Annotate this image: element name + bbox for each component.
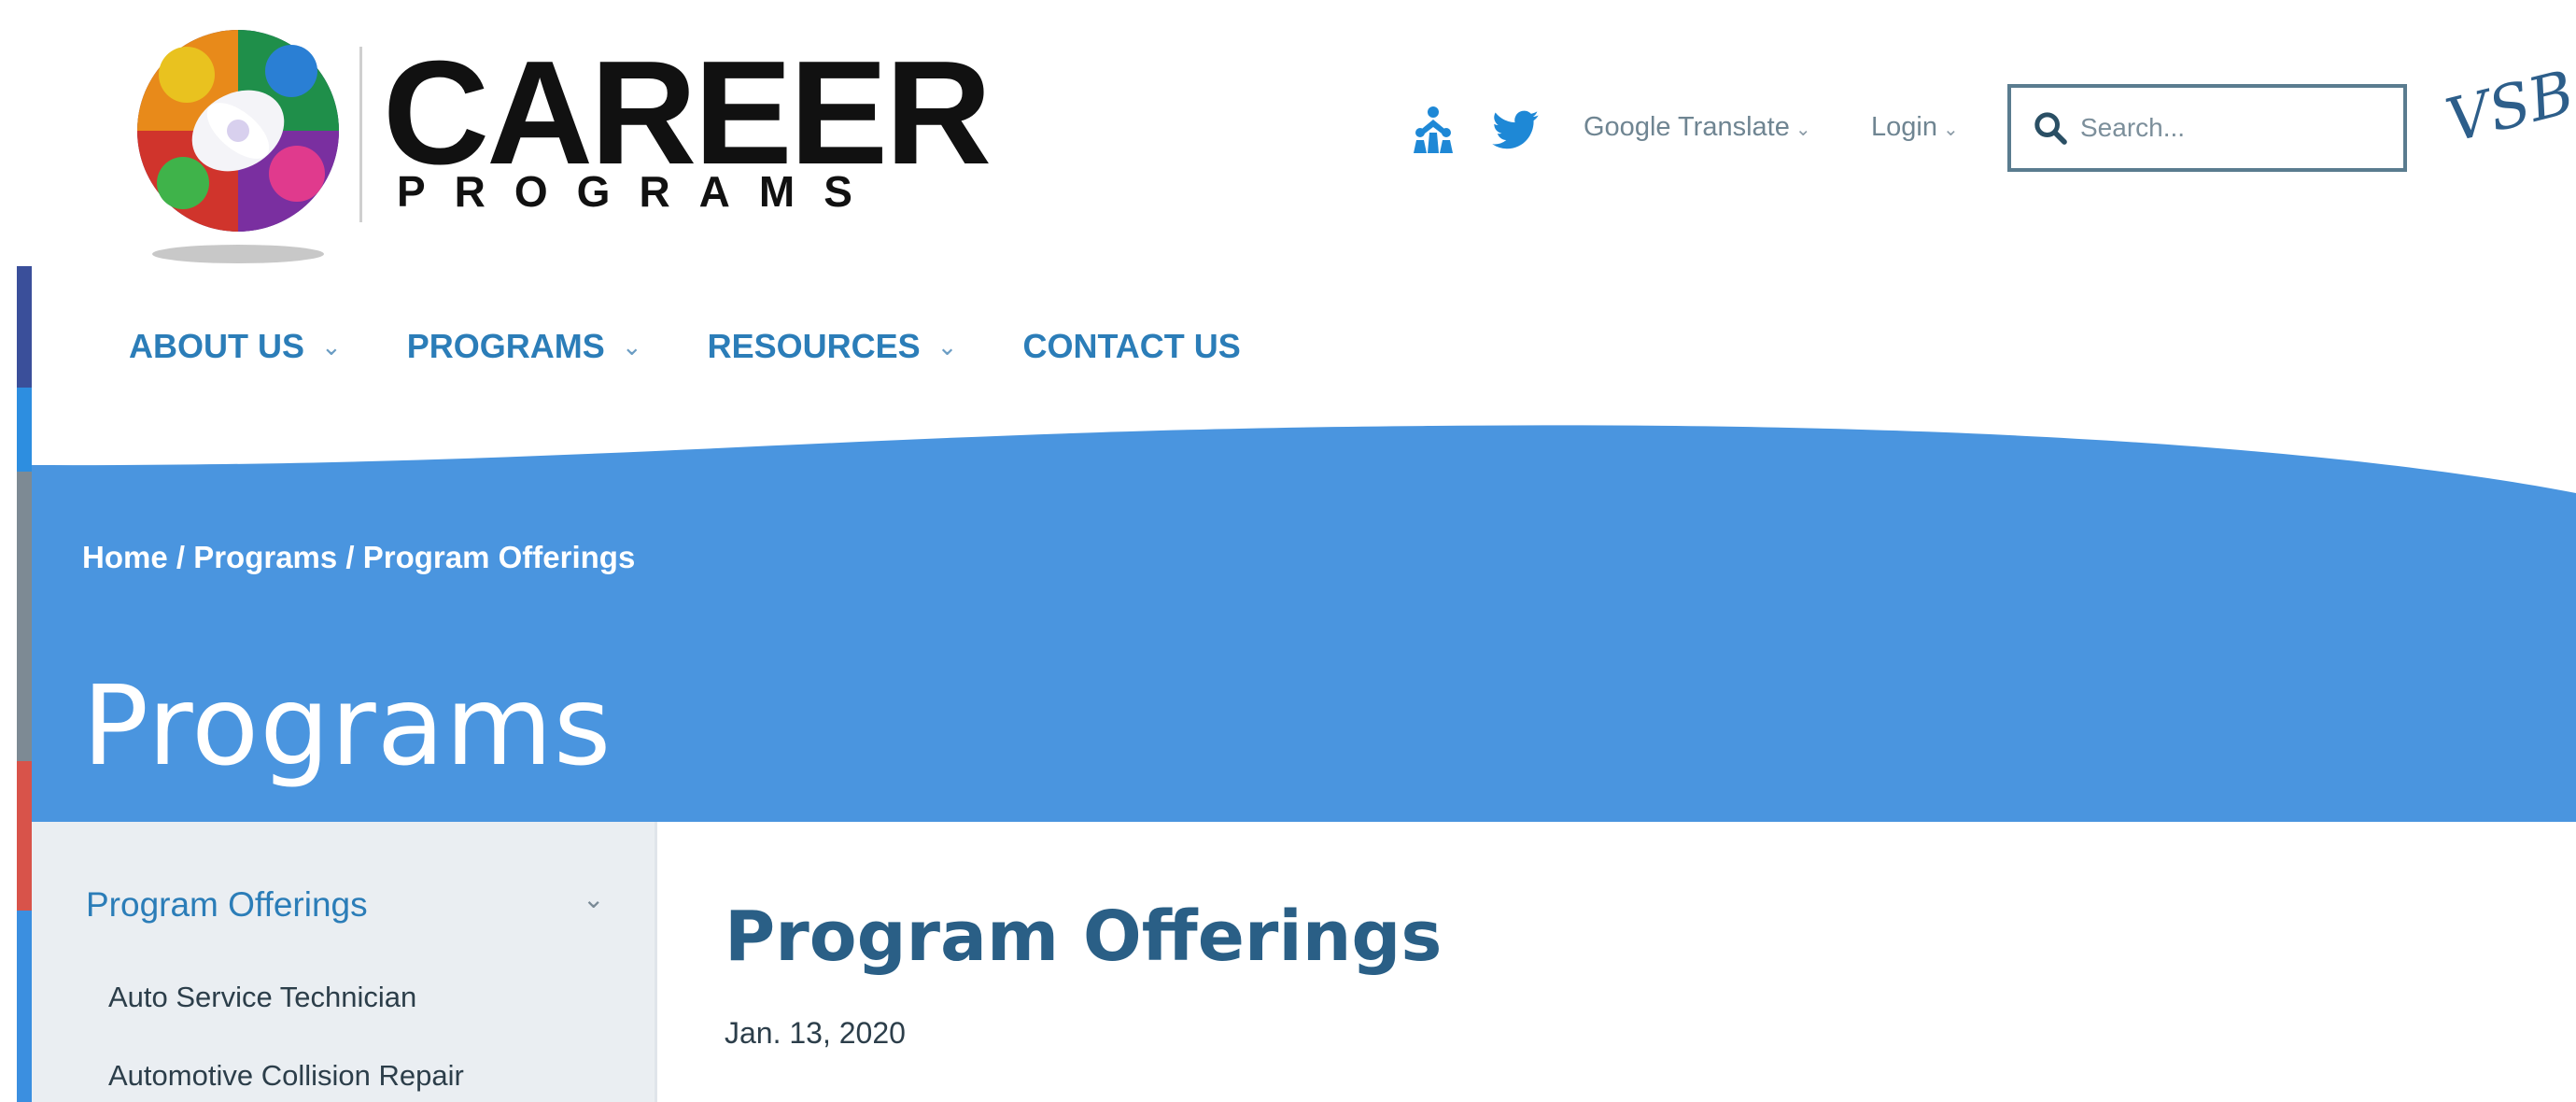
sidebar-item-auto-service-technician[interactable]: Auto Service Technician	[108, 981, 416, 1014]
side-color-strip-4	[17, 761, 32, 911]
brand-name: CAREER	[383, 31, 992, 195]
people-icon[interactable]	[1408, 105, 1458, 155]
twitter-icon[interactable]	[1490, 105, 1541, 155]
google-translate-dropdown[interactable]: Google Translate ⌄	[1584, 112, 1811, 143]
nav-item-label: CONTACT US	[1022, 327, 1241, 365]
sidebar-item-automotive-collision-repair[interactable]: Automotive Collision Repair	[108, 1059, 464, 1093]
nav-item-contact-us[interactable]: CONTACT US	[1022, 327, 1240, 366]
logo-link[interactable]	[131, 9, 345, 271]
chevron-down-icon[interactable]: ⌄	[583, 883, 604, 914]
chevron-down-icon: ⌄	[1942, 120, 1959, 140]
nav-item-resources[interactable]: RESOURCES ⌄	[708, 327, 958, 366]
chevron-down-icon: ⌄	[621, 332, 642, 360]
side-color-strip-3	[17, 472, 32, 761]
google-translate-label: Google Translate	[1584, 112, 1790, 142]
page: CAREER PROGRAMS Google Translate ⌄ Login ⌄…	[0, 0, 2576, 1102]
search-box	[2007, 84, 2407, 172]
chevron-down-icon: ⌄	[1795, 120, 1811, 140]
side-color-strip-1	[17, 266, 32, 388]
page-title: Programs	[82, 661, 612, 790]
main-nav: ABOUT US ⌄ PROGRAMS ⌄ RESOURCES ⌄ CONTAC…	[129, 327, 1306, 366]
nav-item-label: ABOUT US	[129, 327, 304, 365]
search-icon[interactable]	[2032, 109, 2069, 147]
chevron-down-icon: ⌄	[936, 332, 958, 360]
nav-item-label: RESOURCES	[707, 327, 921, 365]
content-title: Program Offerings	[725, 897, 1443, 977]
sidebar: Program Offerings ⌄ Auto Service Technic…	[32, 822, 657, 1102]
vsb-signature-logo[interactable]: VSB	[2440, 59, 2576, 157]
logo-divider	[359, 47, 362, 222]
post-date: Jan. 13, 2020	[725, 1016, 906, 1050]
side-color-strip-2	[17, 388, 32, 472]
chevron-down-icon: ⌄	[321, 332, 342, 360]
side-color-strip-5	[17, 911, 32, 1102]
sidebar-heading-program-offerings[interactable]: Program Offerings	[86, 885, 368, 925]
nav-item-label: PROGRAMS	[406, 327, 605, 365]
brand-subtitle: PROGRAMS	[397, 167, 881, 216]
nav-item-programs[interactable]: PROGRAMS ⌄	[407, 327, 642, 366]
nav-item-about-us[interactable]: ABOUT US ⌄	[129, 327, 342, 366]
breadcrumb[interactable]: Home / Programs / Program Offerings	[82, 540, 635, 575]
login-label: Login	[1871, 112, 1937, 142]
logo-globe-icon	[137, 30, 339, 263]
login-dropdown[interactable]: Login ⌄	[1871, 112, 1959, 143]
search-input[interactable]	[2080, 113, 2379, 143]
